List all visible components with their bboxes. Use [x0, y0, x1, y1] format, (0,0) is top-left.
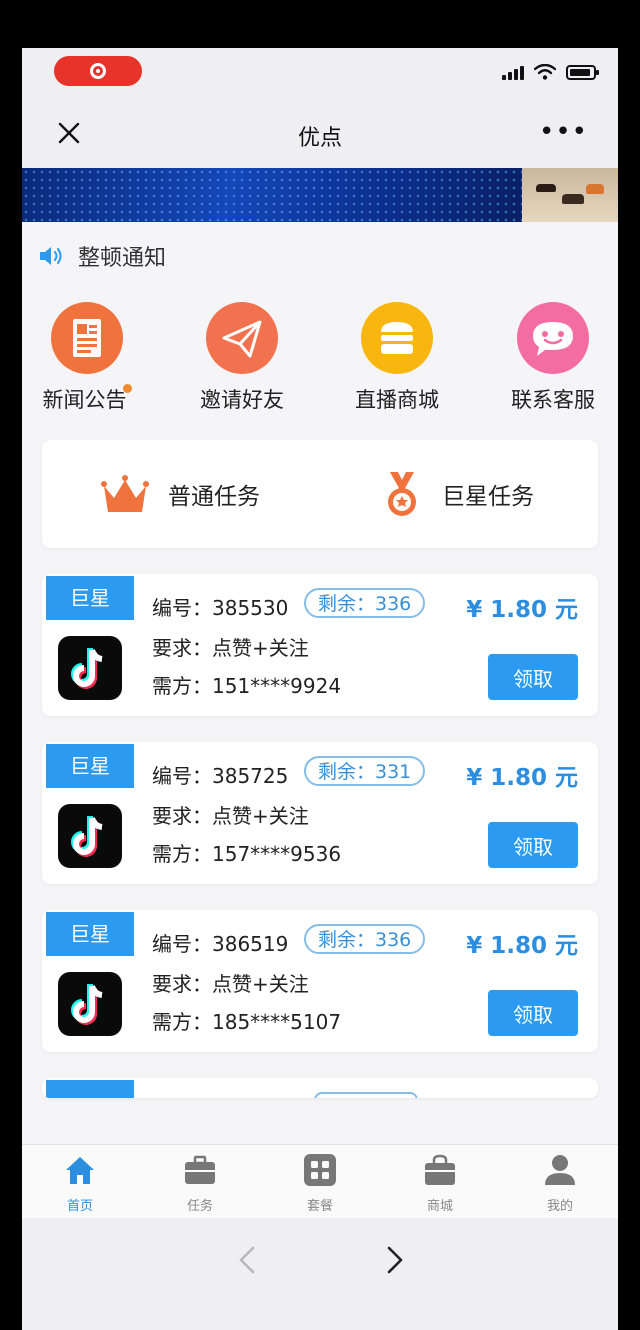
menu-label: 邀请好友 [200, 388, 284, 412]
wifi-icon [534, 64, 556, 80]
shopping-bag-icon [425, 1154, 455, 1185]
task-card: 巨星 编号：386519 剩余：336 要求：点赞+关注 需方：185****5… [42, 910, 598, 1052]
party-label: 需方： [152, 1010, 212, 1034]
menu-label: 联系客服 [511, 388, 595, 412]
task-tag [46, 1080, 134, 1098]
party-label: 需方： [152, 674, 212, 698]
tiktok-logo-icon [58, 804, 122, 868]
menu-item-support[interactable]: 联系客服 [478, 302, 618, 414]
briefcase-icon [185, 1155, 215, 1184]
medal-icon [388, 472, 416, 516]
bottom-tab-bar: 首页 任务 套餐 商城 我的 [22, 1144, 618, 1219]
battery-icon [566, 65, 599, 80]
task-tag: 巨星 [46, 576, 134, 620]
banner-image[interactable] [22, 168, 618, 222]
notice-text: 整顿通知 [78, 246, 167, 271]
task-id: 385530 [212, 596, 289, 620]
crown-icon [101, 475, 149, 512]
menu-item-store[interactable]: 直播商城 [322, 302, 472, 414]
claim-button[interactable]: 领取 [488, 822, 578, 868]
task-id: 385725 [212, 764, 289, 788]
menu-item-invite[interactable]: 邀请好友 [167, 302, 317, 414]
tab-mall[interactable]: 商城 [400, 1153, 480, 1214]
task-card: 巨星 编号：385725 剩余：331 要求：点赞+关注 需方：157****9… [42, 742, 598, 884]
requirement-label: 要求： [152, 804, 212, 828]
task-card-partial [42, 1078, 598, 1098]
remaining-badge: 剩余：336 [304, 588, 426, 618]
tab-home[interactable]: 首页 [40, 1153, 120, 1214]
menu-label: 新闻公告 [42, 388, 127, 412]
phone-screen: 优点 ••• 整顿通知 新闻公告 邀请好友 直播商城 联系客服 普通任务 巨星任… [22, 48, 618, 1330]
id-label: 编号： [152, 932, 212, 956]
tab-label: 巨星任务 [442, 484, 534, 510]
tiktok-logo-icon [58, 636, 122, 700]
menu-item-news[interactable]: 新闻公告 [22, 302, 162, 414]
forward-chevron-icon[interactable] [374, 1240, 414, 1280]
party: 185****5107 [212, 1010, 342, 1034]
party-label: 需方： [152, 842, 212, 866]
page-title: 优点 [297, 126, 342, 151]
tiktok-logo-icon [58, 972, 122, 1036]
screen-recording-indicator[interactable] [54, 56, 142, 86]
tab-label: 首页 [66, 1199, 93, 1214]
status-icons [502, 64, 599, 80]
paper-plane-icon [206, 302, 278, 374]
menu-label: 直播商城 [355, 388, 439, 412]
requirement: 点赞+关注 [212, 636, 309, 660]
store-icon [361, 302, 433, 374]
tab-label: 任务 [186, 1199, 213, 1214]
claim-button[interactable]: 领取 [488, 990, 578, 1036]
tab-mine[interactable]: 我的 [520, 1153, 600, 1214]
tab-label: 商城 [426, 1199, 453, 1214]
tab-normal-task[interactable]: 普通任务 [98, 440, 260, 548]
tab-label: 套餐 [306, 1199, 333, 1214]
requirement-label: 要求： [152, 972, 212, 996]
remaining-badge: 剩余：336 [304, 924, 426, 954]
requirement-label: 要求： [152, 636, 212, 660]
home-icon [66, 1157, 94, 1184]
task-id: 386519 [212, 932, 289, 956]
chat-icon [517, 302, 589, 374]
task-price: ¥ 1.80 元 [466, 765, 578, 791]
tab-label: 普通任务 [168, 484, 260, 510]
back-chevron-icon[interactable] [228, 1240, 268, 1280]
notice-bar[interactable]: 整顿通知 [22, 222, 618, 288]
status-bar [22, 48, 618, 98]
user-icon [545, 1155, 575, 1185]
news-icon [51, 302, 123, 374]
more-icon[interactable]: ••• [539, 119, 588, 145]
task-price: ¥ 1.80 元 [466, 597, 578, 623]
signal-icon [502, 64, 524, 80]
tab-star-task[interactable]: 巨星任务 [378, 440, 534, 548]
tab-packages[interactable]: 套餐 [280, 1153, 360, 1214]
id-label: 编号： [152, 596, 212, 620]
record-icon [90, 63, 106, 79]
nav-bar: 优点 ••• [22, 98, 618, 168]
task-price: ¥ 1.80 元 [466, 933, 578, 959]
grid-icon [304, 1154, 336, 1186]
quick-menu: 新闻公告 邀请好友 直播商城 联系客服 [22, 288, 618, 428]
party: 157****9536 [212, 842, 342, 866]
unread-dot [122, 384, 132, 393]
requirement: 点赞+关注 [212, 972, 309, 996]
banner-photo [522, 168, 618, 222]
tab-label: 我的 [546, 1199, 573, 1214]
task-tag: 巨星 [46, 744, 134, 788]
id-label: 编号： [152, 764, 212, 788]
tab-tasks[interactable]: 任务 [160, 1153, 240, 1214]
requirement: 点赞+关注 [212, 804, 309, 828]
party: 151****9924 [212, 674, 342, 698]
remaining-badge: 剩余：331 [304, 756, 426, 786]
task-card: 巨星 编号：385530 剩余：336 要求：点赞+关注 需方：151****9… [42, 574, 598, 716]
task-tag: 巨星 [46, 912, 134, 956]
speaker-icon [40, 247, 62, 265]
claim-button[interactable]: 领取 [488, 654, 578, 700]
task-type-tabs: 普通任务 巨星任务 [42, 440, 598, 548]
browser-toolbar [22, 1218, 618, 1330]
